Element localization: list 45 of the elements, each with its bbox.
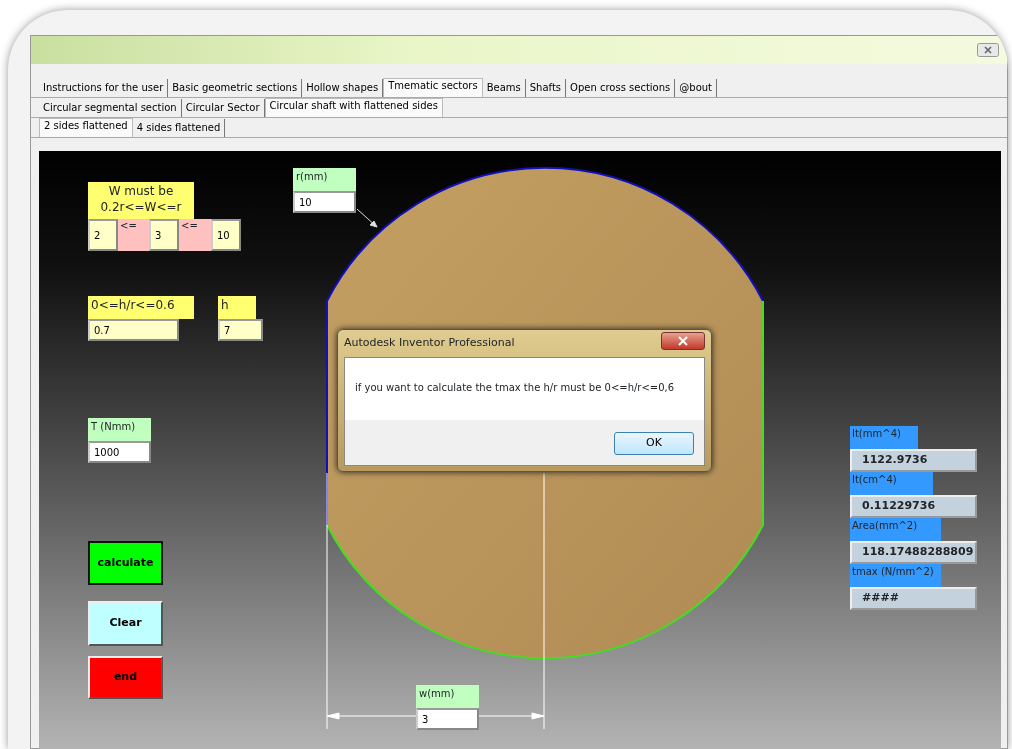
field-label: 0<=h/r<=0.6 <box>88 296 194 319</box>
tab[interactable]: Circular segmental section <box>39 99 182 117</box>
tab[interactable]: Tmematic sectors <box>383 78 483 97</box>
action-button[interactable]: end <box>88 656 163 699</box>
operator-label: <= <box>118 219 149 251</box>
close-icon <box>678 335 688 346</box>
tab[interactable]: 2 sides flattened <box>39 118 133 137</box>
close-button[interactable] <box>661 331 705 350</box>
result-value: 1122.9736 <box>850 449 977 472</box>
input-field[interactable]: 7 <box>218 319 263 341</box>
field-label: T (Nmm) <box>88 418 151 441</box>
result-label: It(mm^4) <box>850 426 918 449</box>
input-field[interactable]: 10 <box>211 219 241 251</box>
tab[interactable]: 4 sides flattened <box>132 119 226 137</box>
tab[interactable]: Beams <box>482 79 526 97</box>
input-field[interactable]: 1000 <box>88 441 151 463</box>
tab[interactable]: Instructions for the user <box>39 79 169 97</box>
result-value: #### <box>850 587 977 610</box>
input-field[interactable]: 10 <box>293 191 356 213</box>
action-button[interactable]: Clear <box>88 601 163 646</box>
tab[interactable]: Shafts <box>525 79 567 97</box>
result-label: It(cm^4) <box>850 472 933 495</box>
input-field[interactable]: 3 <box>416 708 479 730</box>
action-button[interactable]: calculate <box>88 541 163 585</box>
tab[interactable]: Basic geometric sections <box>168 79 303 97</box>
result-value: 118.17488288809 <box>850 541 977 564</box>
ok-button[interactable]: OK <box>614 432 694 455</box>
dialog-title: Autodesk Inventor Professional <box>344 335 515 352</box>
input-field[interactable]: 3 <box>149 219 179 251</box>
tab[interactable]: Circular Sector <box>181 99 265 117</box>
tab[interactable]: @bout <box>675 79 718 97</box>
result-label: Area(mm^2) <box>850 518 941 541</box>
result-value: 0.11229736 <box>850 495 977 518</box>
result-label: tmax (N/mm^2) <box>850 564 941 587</box>
tab[interactable]: Circular shaft with flattened sides <box>264 98 443 117</box>
leader-line <box>356 208 378 228</box>
input-field[interactable]: 0.7 <box>88 319 179 341</box>
tab[interactable]: Open cross sections <box>566 79 676 97</box>
rule-label: W must be 0.2r<=W<=r <box>88 182 194 219</box>
input-field[interactable]: 2 <box>88 219 118 251</box>
operator-label: <= <box>179 219 211 251</box>
field-label: w(mm) <box>416 685 479 708</box>
close-icon[interactable] <box>977 43 999 57</box>
field-label: r(mm) <box>293 168 356 191</box>
field-label: h <box>218 296 256 319</box>
